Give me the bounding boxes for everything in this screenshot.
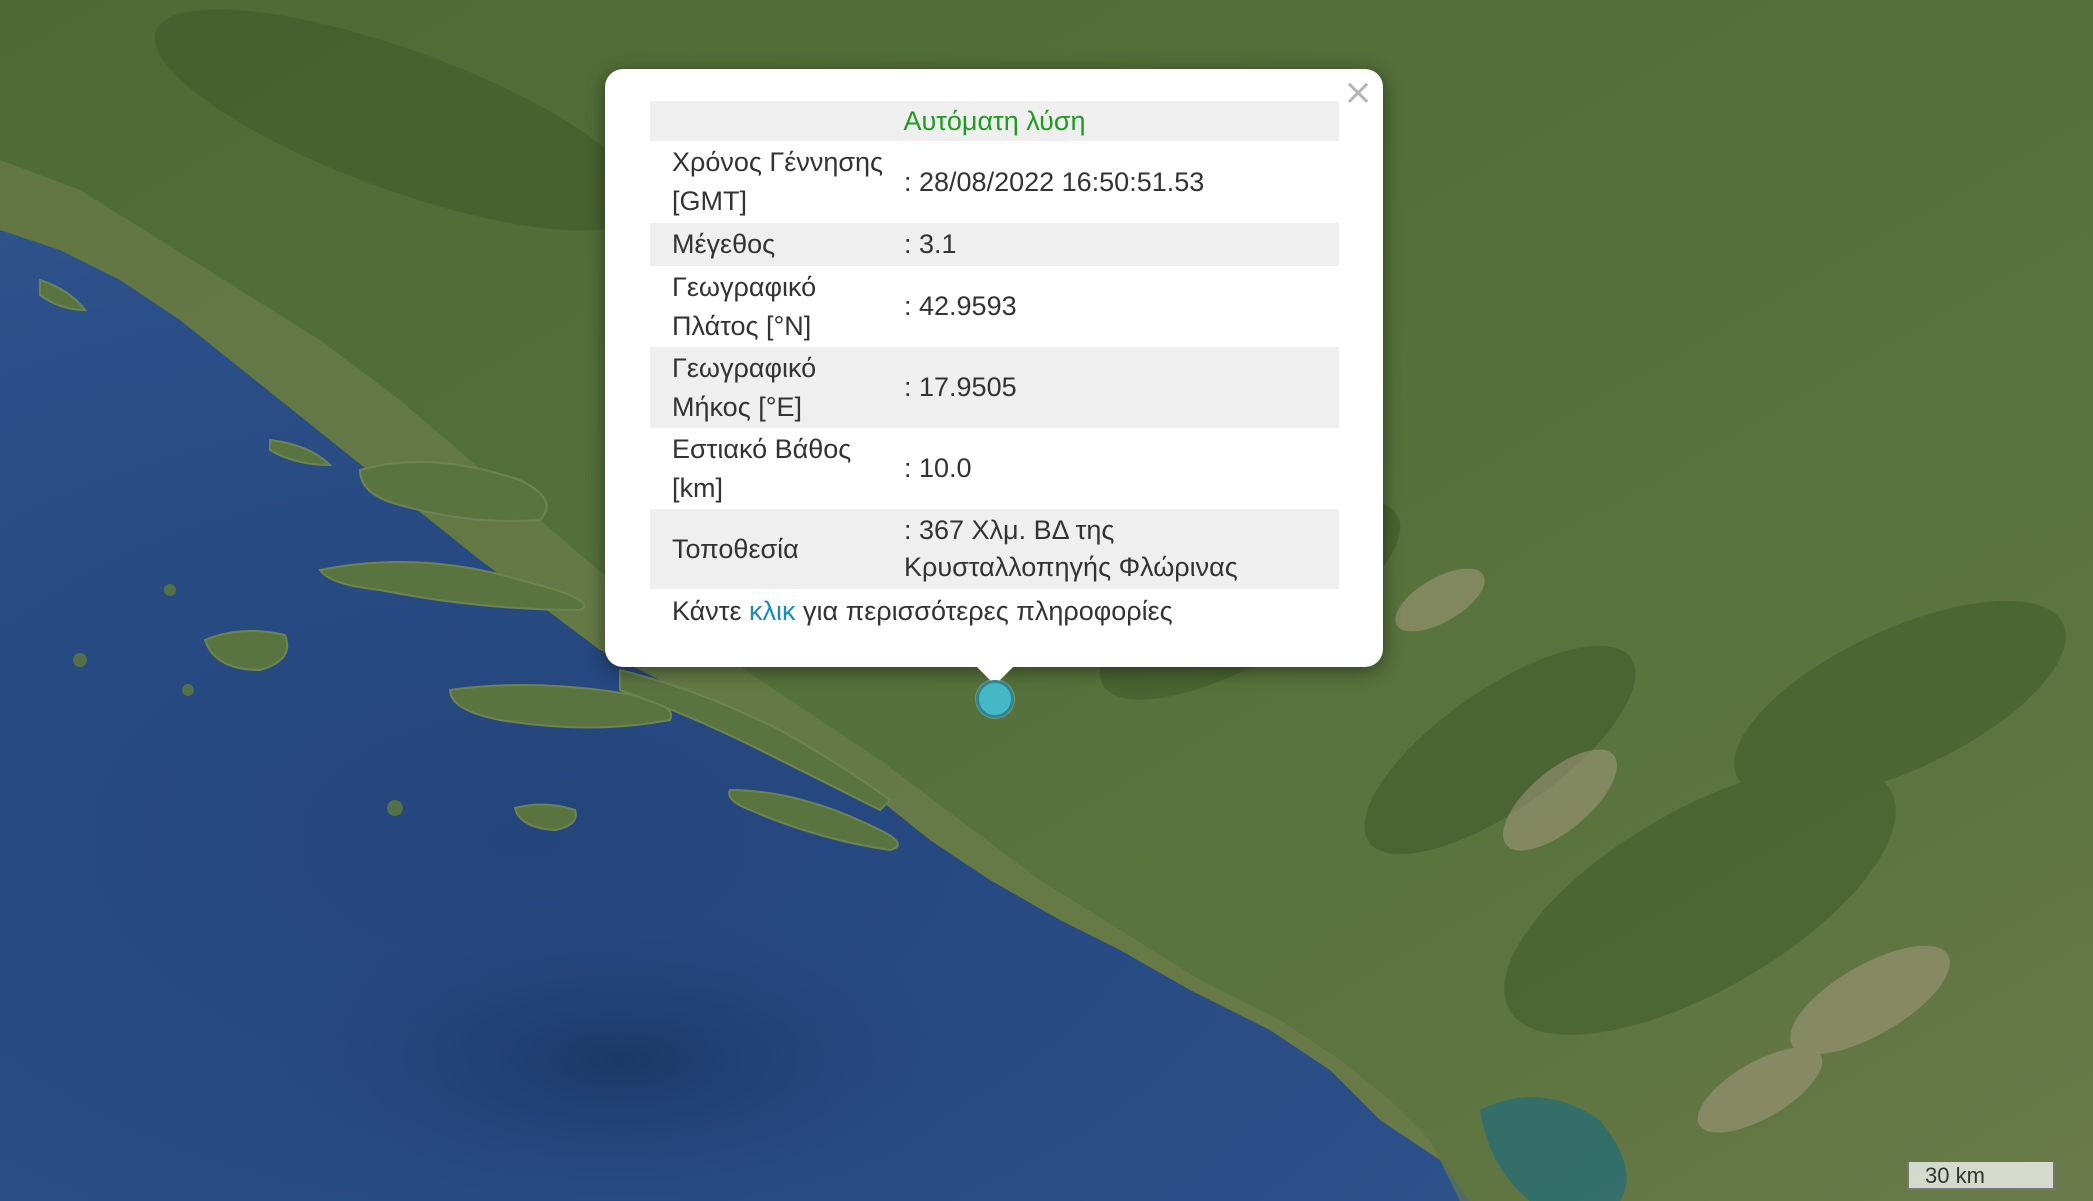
row-magnitude: Μέγεθος : 3.1 — [650, 223, 1339, 266]
more-info-suffix: για περισσότερες πληροφορίες — [795, 596, 1173, 626]
popup-title-row: Αυτόματη λύση — [650, 101, 1339, 141]
row-origin-time: Χρόνος Γέννησης [GMT] : 28/08/2022 16:50:… — [650, 141, 1339, 223]
longitude-label: Γεωγραφικό Μήκος [°E] — [650, 347, 904, 428]
map-scale-bar: 30 km — [1907, 1162, 2055, 1190]
more-info-prefix: Κάντε — [672, 596, 749, 626]
earthquake-details-table: Αυτόματη λύση Χρόνος Γέννησης [GMT] : 28/… — [650, 101, 1339, 589]
row-focal-depth: Εστιακό Βάθος [km] : 10.0 — [650, 428, 1339, 509]
row-location: Τοποθεσία : 367 Χλμ. ΒΔ της Κρυσταλλοπηγή… — [650, 509, 1339, 589]
location-value-line2: Κρυσταλλοπηγής Φλώρινας — [904, 552, 1238, 582]
depth-label: Εστιακό Βάθος [km] — [650, 428, 904, 509]
origin-time-value: : 28/08/2022 16:50:51.53 — [904, 166, 1205, 197]
magnitude-value: : 3.1 — [904, 223, 1339, 266]
row-longitude: Γεωγραφικό Μήκος [°E] : 17.9505 — [650, 347, 1339, 428]
origin-time-label-line1: Χρόνος Γέννησης — [672, 147, 884, 177]
longitude-label-line1: Γεωγραφικό — [672, 352, 817, 383]
location-value: : 367 Χλμ. ΒΔ της Κρυσταλλοπηγής Φλώρινας — [904, 509, 1339, 589]
location-value-line1: : 367 Χλμ. ΒΔ της — [904, 515, 1115, 545]
depth-label-line2: [km] — [672, 472, 723, 503]
more-info-text: Κάντε κλικ για περισσότερες πληροφορίες — [672, 596, 1173, 627]
depth-label-line1: Εστιακό Βάθος — [672, 433, 852, 464]
epicenter-marker-icon[interactable] — [976, 680, 1014, 718]
latitude-value: : 42.9593 — [904, 291, 1017, 321]
latitude-label-line2: Πλάτος [°N] — [672, 310, 812, 341]
latitude-label-line1: Γεωγραφικό — [672, 271, 817, 302]
longitude-label-line2: Μήκος [°E] — [672, 391, 803, 422]
magnitude-label: Μέγεθος — [650, 223, 904, 266]
origin-time-label: Χρόνος Γέννησης [GMT] — [650, 141, 904, 223]
longitude-value: : 17.9505 — [904, 347, 1339, 428]
row-latitude: Γεωγραφικό Πλάτος [°N] : 42.9593 — [650, 266, 1339, 347]
more-info-link[interactable]: κλικ — [749, 596, 796, 626]
close-icon[interactable]: × — [1343, 75, 1373, 111]
origin-time-label-line2: [GMT] — [672, 186, 747, 216]
location-label: Τοποθεσία — [650, 509, 904, 589]
latitude-label: Γεωγραφικό Πλάτος [°N] — [650, 266, 904, 347]
popup-title: Αυτόματη λύση — [650, 101, 1339, 141]
depth-value: : 10.0 — [904, 453, 972, 483]
